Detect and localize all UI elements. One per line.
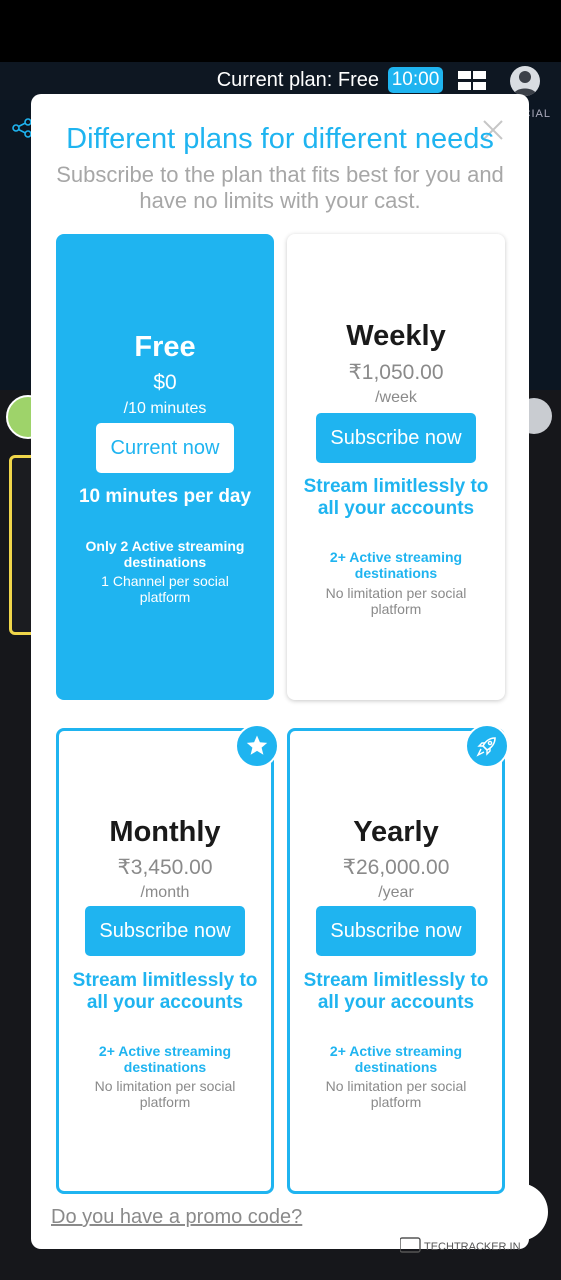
plan-price: ₹1,050.00 bbox=[348, 361, 444, 384]
subscribe-monthly-button[interactable]: Subscribe now bbox=[85, 906, 245, 956]
plan-card-yearly: Yearly ₹26,000.00 /year Subscribe now St… bbox=[287, 728, 505, 1194]
plan-card-weekly: Weekly ₹1,050.00 /week Subscribe now Str… bbox=[287, 234, 505, 700]
plan-destinations: 2+ Active streaming destinations bbox=[329, 549, 463, 581]
plan-name: Yearly bbox=[353, 816, 439, 848]
plan-destinations: Only 2 Active streaming destinations bbox=[85, 538, 245, 570]
star-icon bbox=[246, 735, 268, 755]
modal-subtitle: Subscribe to the plan that fits best for… bbox=[56, 162, 504, 213]
subscribe-yearly-button[interactable]: Subscribe now bbox=[316, 906, 476, 956]
watermark: TECHTRACKER.IN bbox=[400, 1237, 521, 1253]
plan-feature: Stream limitlessly to all your accounts bbox=[303, 970, 489, 1013]
current-plan-label: Current plan: Free bbox=[216, 69, 379, 91]
promo-code-link[interactable]: Do you have a promo code? bbox=[51, 1206, 302, 1229]
plan-destinations: 2+ Active streaming destinations bbox=[329, 1043, 463, 1075]
plan-feature: Stream limitlessly to all your accounts bbox=[303, 476, 489, 519]
plan-price: $0 bbox=[153, 371, 177, 394]
grid-layout-icon[interactable] bbox=[458, 71, 486, 90]
plan-feature: 10 minutes per day bbox=[78, 486, 252, 507]
plan-limit: 1 Channel per social platform bbox=[101, 573, 229, 605]
plan-period: /10 minutes bbox=[123, 400, 207, 417]
rocket-icon bbox=[476, 737, 496, 757]
plan-period: /week bbox=[375, 389, 417, 406]
share-icon bbox=[12, 118, 32, 138]
plan-name: Weekly bbox=[346, 320, 446, 352]
time-remaining-badge: 10:00 bbox=[388, 67, 443, 93]
subscribe-weekly-button[interactable]: Subscribe now bbox=[316, 413, 476, 463]
plan-name: Monthly bbox=[109, 816, 221, 848]
watermark-text: TECHTRACKER.IN bbox=[424, 1241, 521, 1253]
plan-price: ₹26,000.00 bbox=[342, 856, 450, 879]
plan-card-monthly: Monthly ₹3,450.00 /month Subscribe now S… bbox=[56, 728, 274, 1194]
rocket-badge bbox=[465, 724, 509, 768]
plan-limit: No limitation per social platform bbox=[325, 585, 467, 617]
status-bar bbox=[0, 0, 561, 62]
plan-limit: No limitation per social platform bbox=[94, 1078, 236, 1110]
plan-period: /year bbox=[378, 884, 414, 901]
plan-feature: Stream limitlessly to all your accounts bbox=[72, 970, 258, 1013]
star-badge bbox=[235, 724, 279, 768]
plan-price: ₹3,450.00 bbox=[117, 856, 213, 879]
plan-name: Free bbox=[134, 331, 196, 363]
plan-limit: No limitation per social platform bbox=[325, 1078, 467, 1110]
current-plan-button[interactable]: Current now bbox=[96, 423, 234, 473]
user-avatar-icon[interactable] bbox=[510, 66, 540, 96]
modal-title: Different plans for different needs bbox=[66, 123, 494, 155]
plan-period: /month bbox=[140, 884, 190, 901]
plan-card-free: Free $0 /10 minutes Current now 10 minut… bbox=[56, 234, 274, 700]
plan-destinations: 2+ Active streaming destinations bbox=[98, 1043, 232, 1075]
